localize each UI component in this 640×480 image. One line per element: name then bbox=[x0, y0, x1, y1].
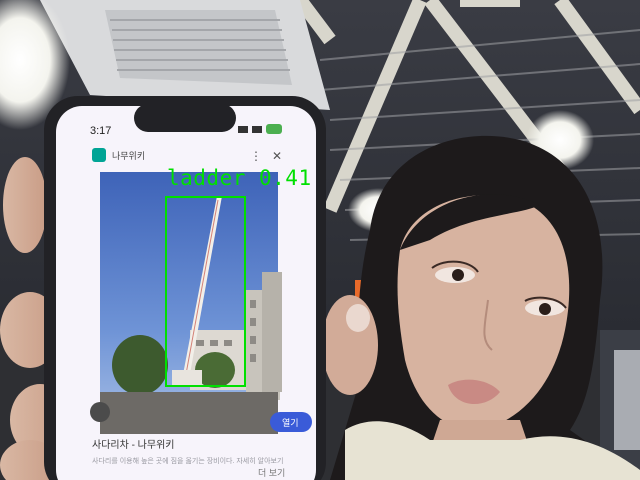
phone-status-time: 3:17 bbox=[90, 125, 111, 137]
detection-class: ladder bbox=[167, 166, 246, 190]
svg-text:✕: ✕ bbox=[272, 149, 282, 163]
phone-bottom-label: 더 보기 bbox=[258, 468, 285, 478]
phone-open-button: 열기 bbox=[282, 418, 299, 428]
detection-label: ladder 0.41 bbox=[167, 166, 312, 190]
svg-text:⋮: ⋮ bbox=[250, 149, 262, 163]
detection-confidence: 0.41 bbox=[259, 166, 312, 190]
phone-snippet-text: 사다리를 이용해 높은 곳에 짐을 옮기는 장비이다. 자세히 알아보기 bbox=[92, 456, 283, 465]
detection-bounding-box bbox=[165, 196, 246, 387]
phone-tab-title: 나무위키 bbox=[112, 151, 145, 161]
scene-photo: 3:17 나무위키 ⋮ ✕ 열기 사다리차 - 나무위키 사다리를 이용해 높은… bbox=[0, 0, 640, 480]
phone-snippet-title: 사다리차 - 나무위키 bbox=[92, 438, 175, 451]
camera-frame: 3:17 나무위키 ⋮ ✕ 열기 사다리차 - 나무위키 사다리를 이용해 높은… bbox=[0, 0, 640, 480]
